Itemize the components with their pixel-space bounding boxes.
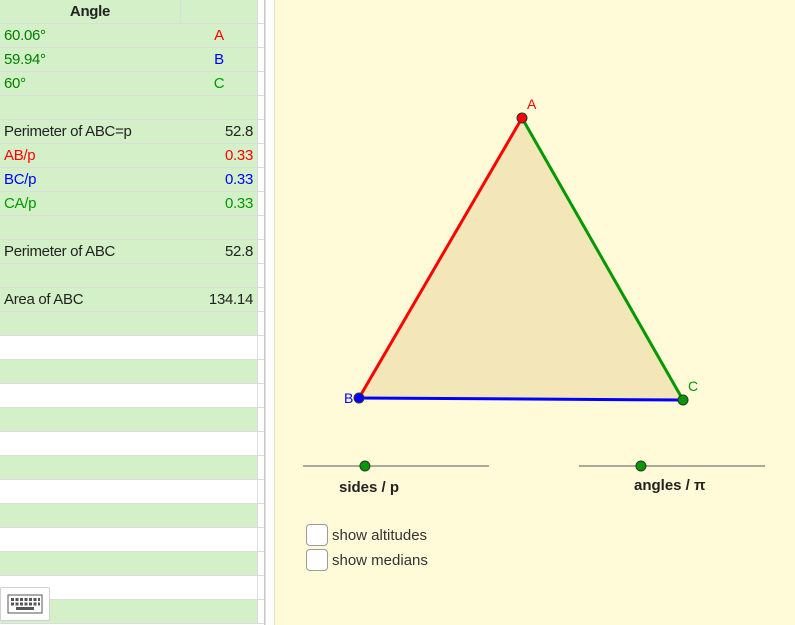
sheet-row bbox=[0, 360, 273, 384]
sheet-cell-b[interactable] bbox=[181, 576, 258, 600]
sheet-cell-a[interactable]: CA/p bbox=[0, 192, 185, 216]
sheet-cell-a[interactable] bbox=[0, 96, 185, 120]
sheet-row: BC/p 0.33 bbox=[0, 168, 273, 192]
sheet-row bbox=[0, 384, 273, 408]
sheet-cell-b[interactable]: 52.8 bbox=[181, 120, 258, 144]
sheet-cell-a[interactable]: Perimeter of ABC bbox=[0, 240, 185, 264]
sheet-row bbox=[0, 480, 273, 504]
sheet-row bbox=[0, 528, 273, 552]
keyboard-button[interactable] bbox=[0, 587, 50, 621]
sheet-row: 60.06° A bbox=[0, 24, 273, 48]
sheet-row bbox=[0, 552, 273, 576]
sides-slider-label: sides / p bbox=[339, 479, 400, 496]
sheet-cell-b[interactable] bbox=[181, 96, 258, 120]
sheet-cell-b[interactable]: C bbox=[181, 72, 258, 96]
angles-slider-label: angles / π bbox=[634, 477, 706, 494]
sheet-cell-b[interactable] bbox=[181, 408, 258, 432]
sheet-cell-a[interactable] bbox=[0, 336, 185, 360]
sheet-row: 60° C bbox=[0, 72, 273, 96]
sheet-row bbox=[0, 408, 273, 432]
sheet-row bbox=[0, 96, 273, 120]
sheet-cell-a[interactable] bbox=[0, 264, 185, 288]
sheet-row bbox=[0, 504, 273, 528]
sheet-row: Perimeter of ABC 52.8 bbox=[0, 240, 273, 264]
sheet-row: CA/p 0.33 bbox=[0, 192, 273, 216]
sheet-cell-b[interactable] bbox=[181, 216, 258, 240]
sheet-cell-b[interactable] bbox=[181, 312, 258, 336]
sheet-row bbox=[0, 336, 273, 360]
sheet-cell-a[interactable]: 60.06° bbox=[0, 24, 185, 48]
sheet-cell-a[interactable]: 60° bbox=[0, 72, 185, 96]
sheet-cell-a[interactable] bbox=[0, 432, 185, 456]
sheet-cell-b[interactable] bbox=[181, 264, 258, 288]
sheet-cell-b[interactable] bbox=[181, 432, 258, 456]
sheet-cell-b[interactable] bbox=[181, 600, 258, 624]
sheet-cell-b[interactable] bbox=[181, 456, 258, 480]
sheet-row: AB/p 0.33 bbox=[0, 144, 273, 168]
sheet-cell-b[interactable] bbox=[181, 504, 258, 528]
sheet-row bbox=[0, 312, 273, 336]
sheet-cell-a[interactable] bbox=[0, 216, 185, 240]
sheet-row: 59.94° B bbox=[0, 48, 273, 72]
sheet-cell-a[interactable]: Perimeter of ABC=p bbox=[0, 120, 185, 144]
show-medians-label[interactable]: show medians bbox=[332, 552, 428, 569]
point-b[interactable] bbox=[353, 392, 365, 404]
sheet-cell-a[interactable] bbox=[0, 408, 185, 432]
sheet-cell-b[interactable]: 0.33 bbox=[181, 144, 258, 168]
sheet-row bbox=[0, 264, 273, 288]
sheet-cell-b[interactable]: 0.33 bbox=[181, 192, 258, 216]
sheet-cell-a[interactable] bbox=[0, 312, 185, 336]
angles-slider[interactable] bbox=[579, 460, 765, 472]
sheet-cell-b[interactable] bbox=[181, 528, 258, 552]
sheet-row bbox=[0, 432, 273, 456]
spreadsheet-view: Angle 60.06° A 59.94° B 60° C Perimeter of ABC=… bbox=[0, 0, 273, 625]
sheet-row bbox=[0, 216, 273, 240]
sheet-cell-b[interactable]: B bbox=[181, 48, 258, 72]
sheet-row: Angle bbox=[0, 0, 273, 24]
sheet-cell-b[interactable] bbox=[181, 552, 258, 576]
sheet-cell-b[interactable]: A bbox=[181, 24, 258, 48]
sheet-cell-b[interactable] bbox=[181, 480, 258, 504]
point-a[interactable] bbox=[516, 112, 528, 124]
sheet-cell-a[interactable] bbox=[0, 504, 185, 528]
angles-slider-knob[interactable] bbox=[635, 460, 647, 472]
sheet-cell-a[interactable]: Angle bbox=[0, 0, 181, 24]
sheet-cell-a[interactable] bbox=[0, 480, 185, 504]
sheet-cell-a[interactable] bbox=[0, 528, 185, 552]
sheet-cell-b[interactable]: 134.14 bbox=[181, 288, 258, 312]
segment-bc[interactable] bbox=[358, 396, 684, 402]
sheet-cell-a[interactable] bbox=[0, 360, 185, 384]
sheet-cell-a[interactable]: 59.94° bbox=[0, 48, 185, 72]
sheet-cell-a[interactable] bbox=[0, 456, 185, 480]
sheet-cell-b[interactable]: 52.8 bbox=[181, 240, 258, 264]
sheet-cell-b[interactable] bbox=[181, 0, 258, 24]
sheet-cell-b[interactable] bbox=[181, 336, 258, 360]
show-altitudes-checkbox[interactable] bbox=[306, 524, 328, 546]
sheet-cell-a[interactable] bbox=[0, 384, 185, 408]
spreadsheet-scrollbar[interactable] bbox=[265, 0, 274, 625]
sides-slider-knob[interactable] bbox=[359, 460, 371, 472]
sheet-cell-a[interactable]: Area of ABC bbox=[0, 288, 185, 312]
sheet-cell-a[interactable] bbox=[0, 552, 185, 576]
show-altitudes-row[interactable]: show altitudes bbox=[306, 524, 427, 546]
sheet-cell-b[interactable] bbox=[181, 384, 258, 408]
sheet-cell-b[interactable]: 0.33 bbox=[181, 168, 258, 192]
point-a-label: A bbox=[527, 96, 537, 112]
point-b-label: B bbox=[344, 390, 353, 406]
point-c[interactable] bbox=[677, 394, 689, 406]
sheet-row: Perimeter of ABC=p 52.8 bbox=[0, 120, 273, 144]
show-altitudes-label[interactable]: show altitudes bbox=[332, 527, 427, 544]
show-medians-row[interactable]: show medians bbox=[306, 549, 428, 571]
point-c-label: C bbox=[688, 378, 698, 394]
sheet-cell-a[interactable]: AB/p bbox=[0, 144, 185, 168]
keyboard-icon bbox=[7, 594, 43, 614]
sheet-cell-b[interactable] bbox=[181, 360, 258, 384]
sides-slider[interactable] bbox=[303, 460, 489, 472]
sheet-cell-a[interactable]: BC/p bbox=[0, 168, 185, 192]
triangle-abc-fill bbox=[359, 118, 683, 400]
sheet-row: Area of ABC 134.14 bbox=[0, 288, 273, 312]
sheet-row bbox=[0, 456, 273, 480]
graphics-view[interactable]: A B C sides / p angles / π show altitude… bbox=[274, 0, 795, 625]
show-medians-checkbox[interactable] bbox=[306, 549, 328, 571]
